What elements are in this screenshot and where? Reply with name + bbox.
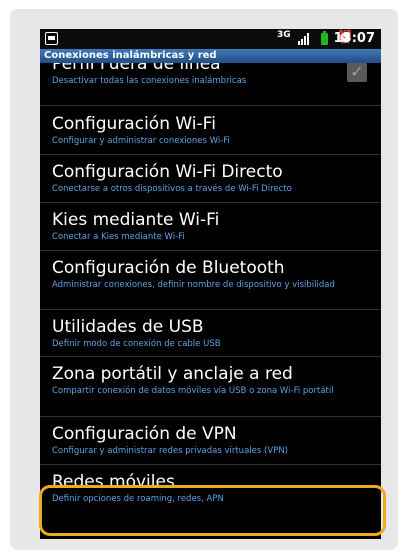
list-item-vpn[interactable]: Configuración de VPN Configurar y admini… <box>40 424 381 456</box>
item-title: Configuración Wi-Fi <box>52 114 216 134</box>
item-subtitle: Administrar conexiones, definir nombre d… <box>52 280 335 290</box>
phone-screen: 3G ⏰ 13:07 Conexiones inalámbricas y red… <box>40 29 381 539</box>
item-subtitle: Conectar a Kies mediante Wi-Fi <box>52 232 185 242</box>
list-item-wifi-settings[interactable]: Configuración Wi-Fi Configurar y adminis… <box>40 114 381 146</box>
item-title: Utilidades de USB <box>52 317 204 337</box>
signal-bars-icon <box>298 33 311 45</box>
list-item-usb-utilities[interactable]: Utilidades de USB Definir modo de conexi… <box>40 317 381 349</box>
page-title: Conexiones inalámbricas y red <box>40 49 381 63</box>
item-title: Perfil Fuera de línea <box>52 63 221 74</box>
item-title: Configuración de Bluetooth <box>52 258 285 278</box>
divider <box>40 154 381 155</box>
divider <box>40 464 381 465</box>
list-item-airplane-mode[interactable]: Perfil Fuera de línea Desactivar todas l… <box>40 63 381 90</box>
list-item-bluetooth[interactable]: Configuración de Bluetooth Administrar c… <box>40 258 381 290</box>
item-title: Kies mediante Wi-Fi <box>52 210 220 230</box>
item-title: Configuración Wi-Fi Directo <box>52 162 283 182</box>
divider <box>40 309 381 310</box>
settings-list: Perfil Fuera de línea Desactivar todas l… <box>40 63 381 539</box>
item-title: Zona portátil y anclaje a red <box>52 364 293 384</box>
divider <box>40 105 381 106</box>
list-item-kies-wifi[interactable]: Kies mediante Wi-Fi Conectar a Kies medi… <box>40 210 381 242</box>
mobile-networks-highlight <box>39 485 386 536</box>
sd-card-icon <box>45 32 58 45</box>
item-subtitle: Configurar y administrar redes privadas … <box>52 446 288 456</box>
airplane-mode-checkbox[interactable]: ✓ <box>347 63 367 82</box>
battery-icon <box>321 31 328 45</box>
status-bar: 3G ⏰ 13:07 <box>40 29 381 49</box>
divider <box>40 356 381 357</box>
item-title: Configuración de VPN <box>52 424 237 444</box>
list-item-tethering-hotspot[interactable]: Zona portátil y anclaje a red Compartir … <box>40 364 381 396</box>
item-subtitle: Configurar y administrar conexiones Wi-F… <box>52 136 230 146</box>
divider <box>40 202 381 203</box>
status-time: 13:07 <box>333 31 375 46</box>
item-subtitle: Conectarse a otros dispositivos a través… <box>52 184 292 194</box>
divider <box>40 416 381 417</box>
item-subtitle: Definir modo de conexión de cable USB <box>52 339 221 349</box>
divider <box>40 250 381 251</box>
item-subtitle: Desactivar todas las conexiones inalámbr… <box>52 76 247 86</box>
list-item-wifi-direct[interactable]: Configuración Wi-Fi Directo Conectarse a… <box>40 162 381 194</box>
item-subtitle: Compartir conexión de datos móviles vía … <box>52 386 334 396</box>
network-type-label: 3G <box>277 30 291 40</box>
